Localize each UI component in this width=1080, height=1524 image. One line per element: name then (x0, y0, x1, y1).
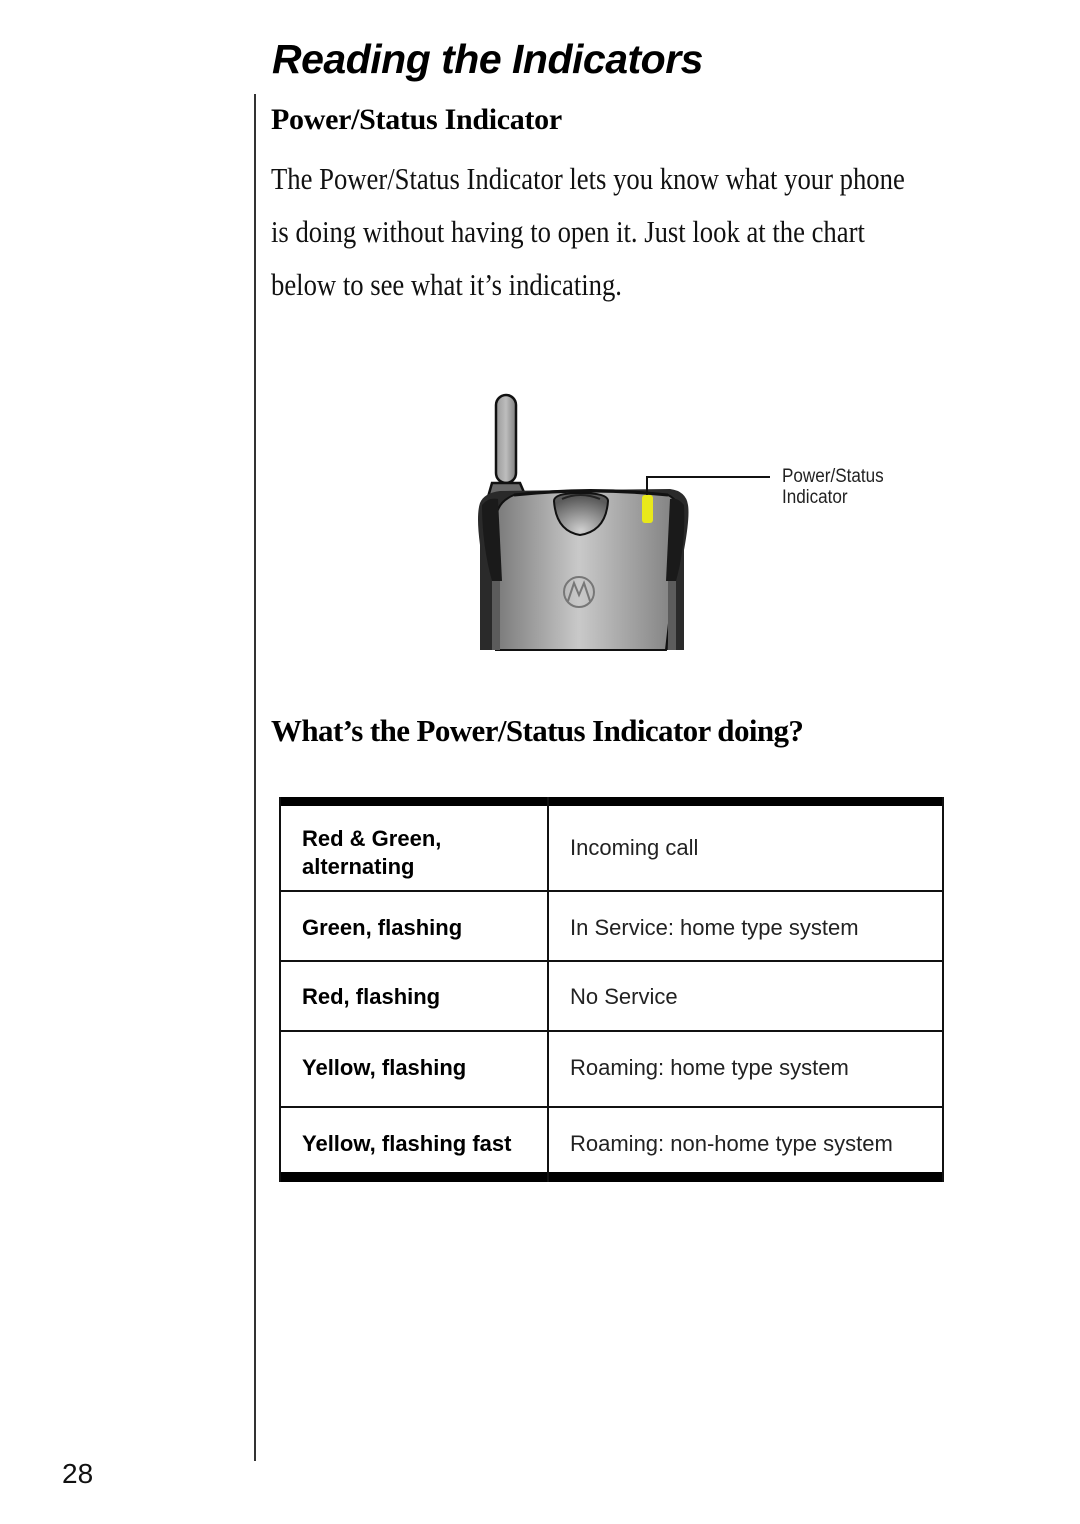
table-column-divider (547, 797, 549, 1182)
table-row-indicator: Red, flashing (302, 984, 441, 1009)
table-row-meaning: Incoming call (570, 835, 699, 860)
power-status-led (642, 495, 653, 523)
indicator-table: Red & Green, alternating Incoming call G… (279, 797, 944, 1182)
intro-line: below to see what it’s indicating. (271, 267, 622, 302)
table-right-border (942, 797, 944, 1182)
table-row-indicator: Yellow, flashing fast (302, 1131, 512, 1156)
page-title: Reading the Indicators (272, 36, 703, 82)
section-heading: Power/Status Indicator (271, 103, 562, 136)
table-row-divider (279, 1030, 944, 1032)
page-number: 28 (62, 1458, 94, 1489)
callout-connector (710, 476, 770, 478)
table-row-indicator: Red & Green, alternating (302, 825, 441, 881)
table-row-meaning: No Service (570, 984, 678, 1009)
table-top-border (279, 797, 944, 806)
table-row-meaning: In Service: home type system (570, 915, 859, 940)
callout-line-1: Power/Status (782, 466, 884, 487)
table-row-divider (279, 1106, 944, 1108)
table-row-meaning: Roaming: non-home type system (570, 1131, 893, 1156)
callout-label: Power/Status Indicator (782, 466, 884, 508)
table-row-divider (279, 960, 944, 962)
table-row-indicator: Green, flashing (302, 915, 463, 940)
table-heading: What’s the Power/Status Indicator doing? (271, 713, 804, 748)
margin-rule (254, 94, 256, 1461)
phone-illustration (478, 393, 710, 651)
callout-line-2: Indicator (782, 487, 848, 508)
indicator-line: Red & Green, (302, 826, 442, 851)
table-left-border (279, 797, 281, 1182)
table-row-divider (279, 890, 944, 892)
indicator-line: alternating (302, 854, 415, 879)
intro-line: The Power/Status Indicator lets you know… (271, 161, 905, 196)
table-row-indicator: Yellow, flashing (302, 1055, 467, 1080)
intro-line: is doing without having to open it. Just… (271, 214, 865, 249)
table-row-meaning: Roaming: home type system (570, 1055, 849, 1080)
table-bottom-border (279, 1172, 944, 1182)
intro-paragraph: The Power/Status Indicator lets you know… (271, 152, 959, 311)
antenna-icon (486, 393, 528, 509)
